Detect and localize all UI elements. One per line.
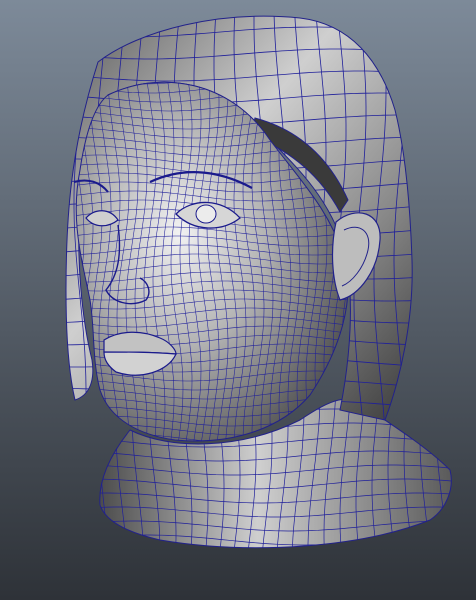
3d-model-render[interactable] [0,0,476,600]
viewport-panel[interactable] [0,0,476,600]
